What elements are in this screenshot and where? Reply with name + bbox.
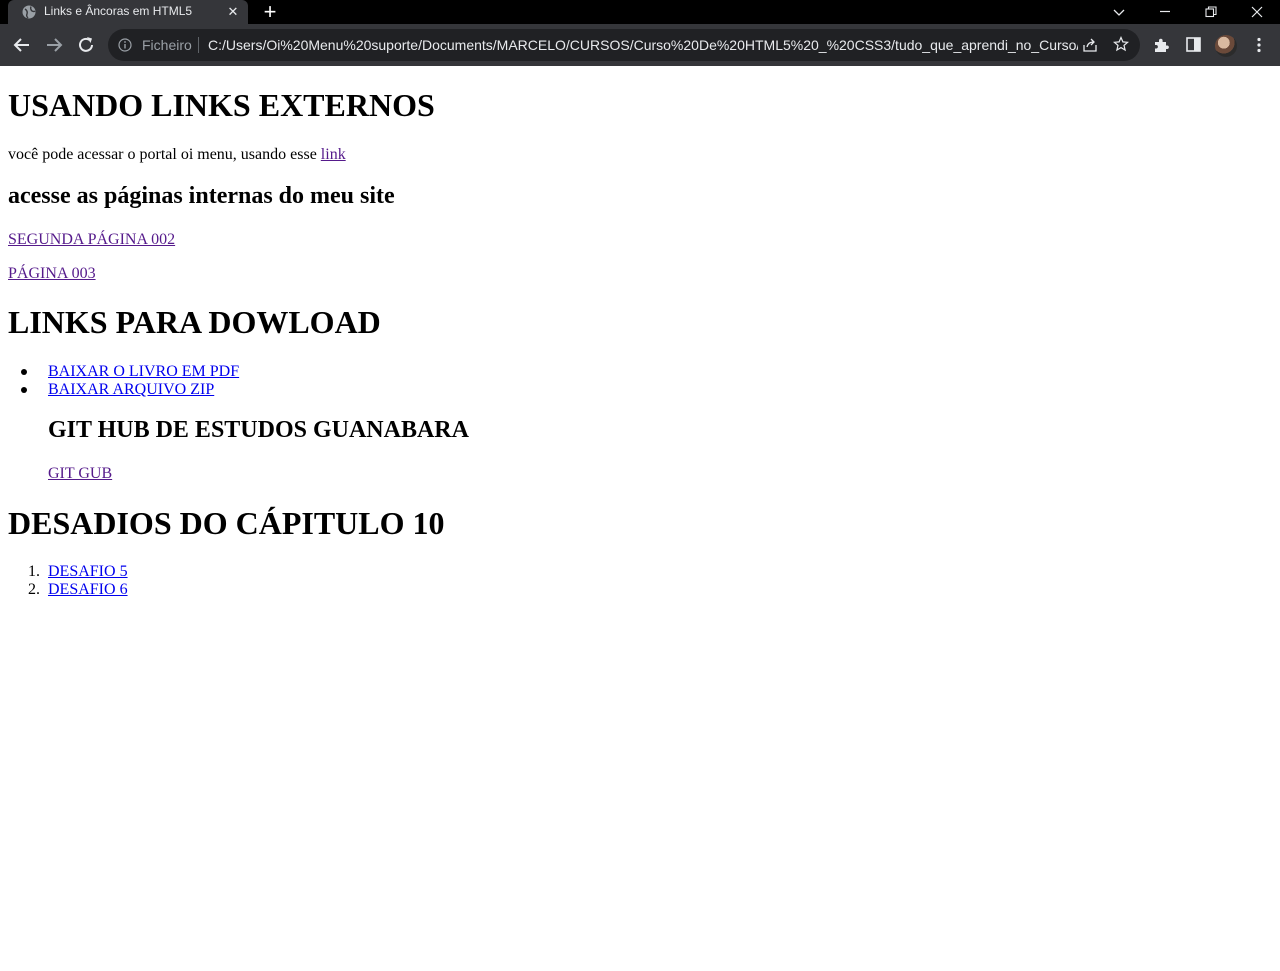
reload-icon[interactable] — [76, 35, 96, 55]
challenge-5-link[interactable]: DESAFIO 5 — [48, 563, 128, 580]
bookmark-star-icon[interactable] — [1113, 36, 1129, 52]
close-window-icon[interactable] — [1234, 0, 1280, 24]
minimize-icon[interactable] — [1142, 0, 1188, 24]
globe-icon — [22, 5, 36, 19]
new-tab-plus-icon[interactable]: + — [258, 1, 282, 23]
close-tab-icon[interactable]: ✕ — [224, 3, 242, 21]
portal-paragraph: você pode acessar o portal oi menu, usan… — [8, 146, 346, 164]
extensions-puzzle-icon[interactable] — [1153, 37, 1170, 54]
list-bullet — [21, 387, 27, 393]
list-item: DESAFIO 5 — [48, 563, 128, 581]
list-item: BAIXAR ARQUIVO ZIP — [48, 381, 214, 399]
heading-challenges: DESADIOS DO CÁPITULO 10 — [8, 505, 445, 541]
heading-downloads: LINKS PARA DOWLOAD — [8, 304, 381, 340]
profile-avatar[interactable] — [1215, 35, 1237, 57]
tab-strip: Links e Âncoras em HTML5 ✕ + — [0, 0, 1280, 24]
side-panel-icon[interactable] — [1186, 37, 1201, 52]
list-number: 2. — [28, 581, 40, 598]
download-zip-link[interactable]: BAIXAR ARQUIVO ZIP — [48, 381, 214, 398]
github-link[interactable]: GIT GUB — [48, 465, 112, 482]
list-item: DESAFIO 6 — [48, 581, 128, 599]
tab-title: Links e Âncoras em HTML5 — [44, 4, 193, 18]
address-divider — [198, 37, 199, 53]
browser-toolbar: Ficheiro C:/Users/Oi%20Menu%20suporte/Do… — [0, 24, 1280, 66]
forward-arrow-icon[interactable] — [44, 35, 64, 55]
heading-internal-pages: acesse as páginas internas do meu site — [8, 183, 395, 209]
list-bullet — [21, 369, 27, 375]
url-text[interactable]: C:/Users/Oi%20Menu%20suporte/Documents/M… — [208, 37, 1078, 53]
github-paragraph: GIT GUB — [48, 465, 112, 483]
share-icon[interactable] — [1082, 37, 1098, 53]
tab-search-chevron-icon[interactable] — [1096, 0, 1142, 24]
link-pagina-003[interactable]: PÁGINA 003 — [8, 265, 96, 282]
info-icon[interactable] — [118, 38, 132, 52]
list-item: BAIXAR O LIVRO EM PDF — [48, 363, 239, 381]
portal-link[interactable]: link — [321, 146, 346, 163]
more-menu-icon[interactable] — [1250, 36, 1268, 54]
restore-icon[interactable] — [1188, 0, 1234, 24]
challenge-6-link[interactable]: DESAFIO 6 — [48, 581, 128, 598]
address-bar[interactable]: Ficheiro C:/Users/Oi%20Menu%20suporte/Do… — [108, 29, 1140, 61]
tab-active[interactable]: Links e Âncoras em HTML5 ✕ — [8, 0, 248, 24]
download-pdf-link[interactable]: BAIXAR O LIVRO EM PDF — [48, 363, 239, 380]
heading-github: GIT HUB DE ESTUDOS GUANABARA — [48, 417, 469, 443]
internal-link-paragraph-1: SEGUNDA PÁGINA 002 — [8, 231, 175, 249]
scheme-label[interactable]: Ficheiro — [142, 37, 192, 53]
internal-link-paragraph-2: PÁGINA 003 — [8, 265, 96, 283]
portal-text: você pode acessar o portal oi menu, usan… — [8, 146, 321, 163]
heading-external-links: USANDO LINKS EXTERNOS — [8, 87, 435, 123]
list-number: 1. — [28, 563, 40, 580]
link-segunda-pagina[interactable]: SEGUNDA PÁGINA 002 — [8, 231, 175, 248]
back-arrow-icon[interactable] — [12, 35, 32, 55]
